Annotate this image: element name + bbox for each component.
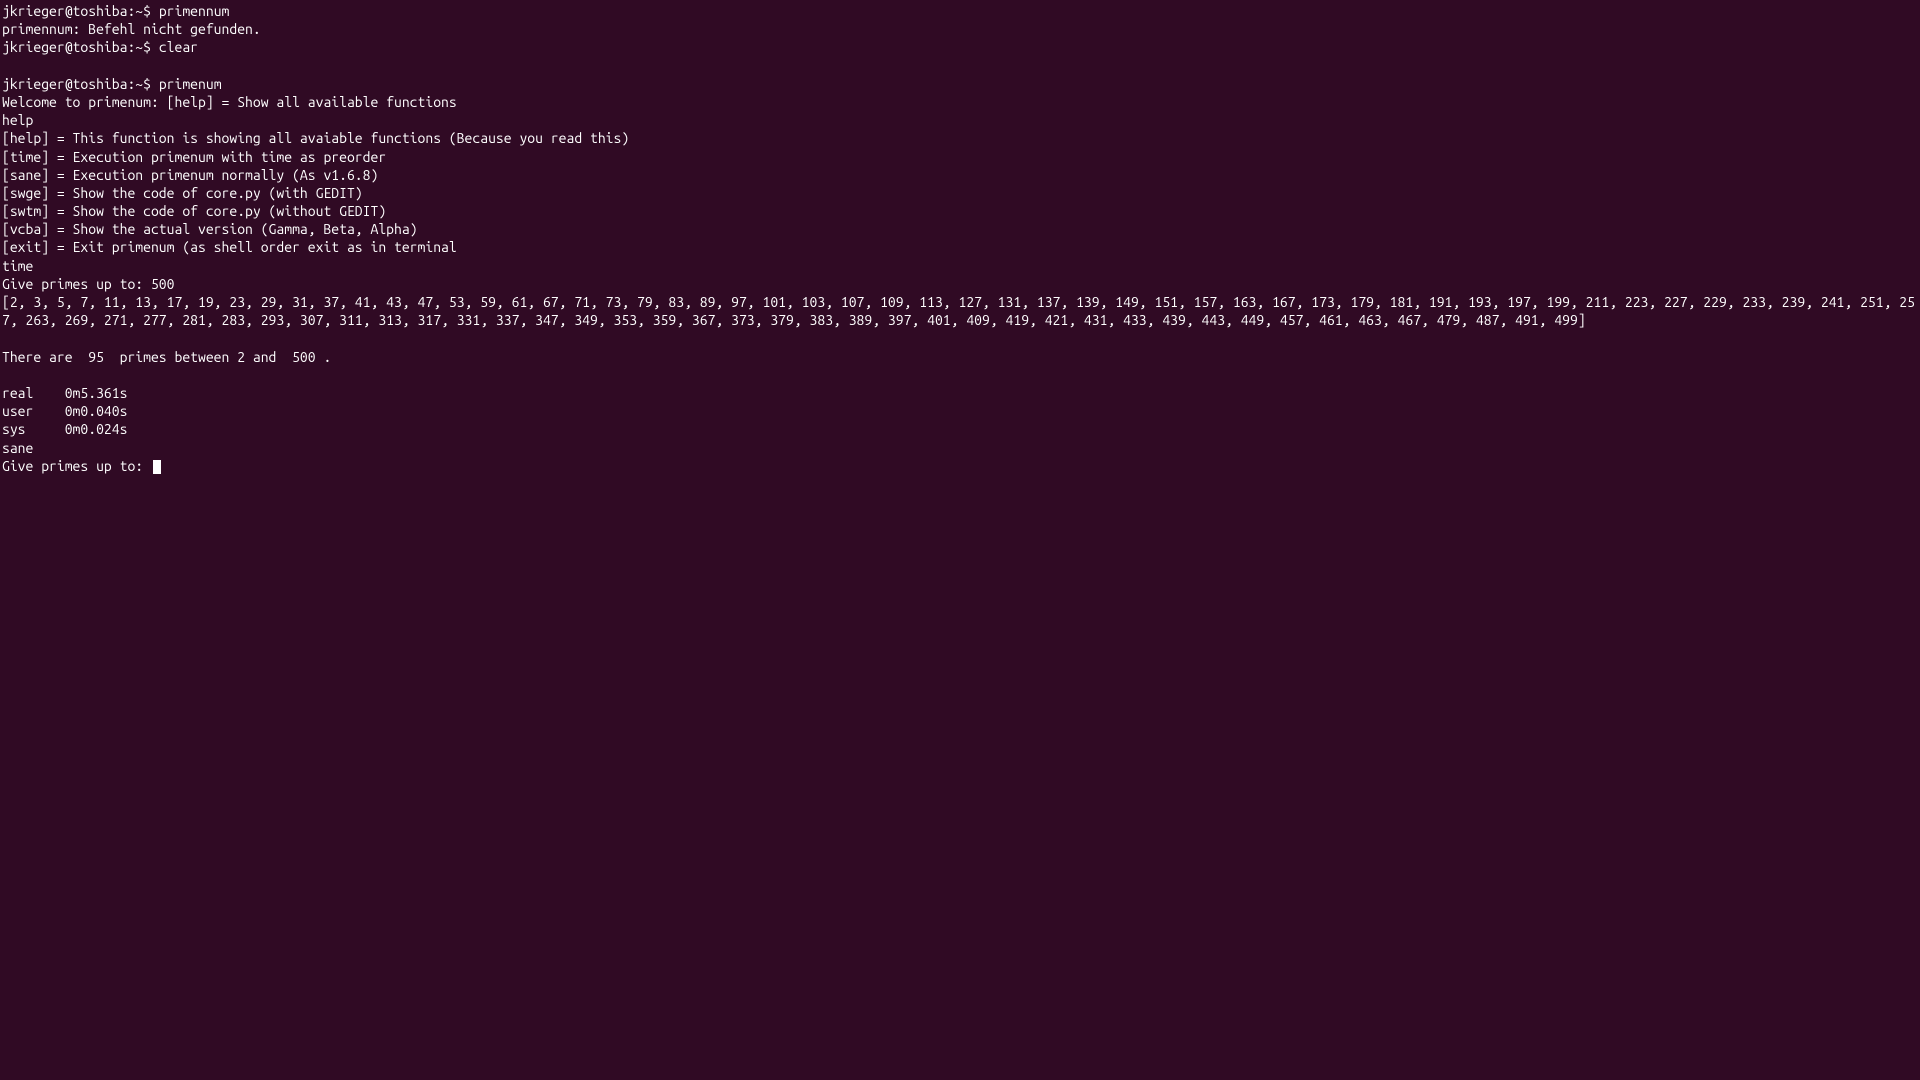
terminal-output: [swge] = Show the code of core.py (with … [2,184,1920,202]
terminal-line: jkrieger@toshiba:~$ primenum [2,75,1920,93]
terminal-input-line[interactable]: Give primes up to: [2,457,1920,475]
terminal-window[interactable]: jkrieger@toshiba:~$ primennum primennum:… [2,2,1920,475]
terminal-output: user 0m0.040s [2,402,1920,420]
shell-prompt: jkrieger@toshiba:~$ [2,76,159,92]
terminal-line: jkrieger@toshiba:~$ primennum [2,2,1920,20]
terminal-output: sys 0m0.024s [2,420,1920,438]
terminal-output: [2, 3, 5, 7, 11, 13, 17, 19, 23, 29, 31,… [2,293,1920,329]
terminal-blank [2,366,1920,384]
terminal-blank [2,329,1920,347]
terminal-output: [exit] = Exit primenum (as shell order e… [2,238,1920,256]
terminal-output: [swtm] = Show the code of core.py (witho… [2,202,1920,220]
input-prompt: Give primes up to: [2,458,151,474]
terminal-output: help [2,111,1920,129]
terminal-output: Give primes up to: 500 [2,275,1920,293]
terminal-output: Welcome to primenum: [help] = Show all a… [2,93,1920,111]
terminal-blank [2,57,1920,75]
cursor-icon [153,460,161,474]
command-text: primenum [159,76,222,92]
terminal-output: [vcba] = Show the actual version (Gamma,… [2,220,1920,238]
shell-prompt: jkrieger@toshiba:~$ [2,3,159,19]
terminal-output: sane [2,439,1920,457]
terminal-output: [time] = Execution primenum with time as… [2,148,1920,166]
terminal-output: There are 95 primes between 2 and 500 . [2,348,1920,366]
terminal-output: [sane] = Execution primenum normally (As… [2,166,1920,184]
terminal-output: primennum: Befehl nicht gefunden. [2,20,1920,38]
command-text: clear [159,39,198,55]
terminal-output: [help] = This function is showing all av… [2,129,1920,147]
terminal-output: time [2,257,1920,275]
command-text: primennum [159,3,230,19]
terminal-line: jkrieger@toshiba:~$ clear [2,38,1920,56]
terminal-output: real 0m5.361s [2,384,1920,402]
shell-prompt: jkrieger@toshiba:~$ [2,39,159,55]
